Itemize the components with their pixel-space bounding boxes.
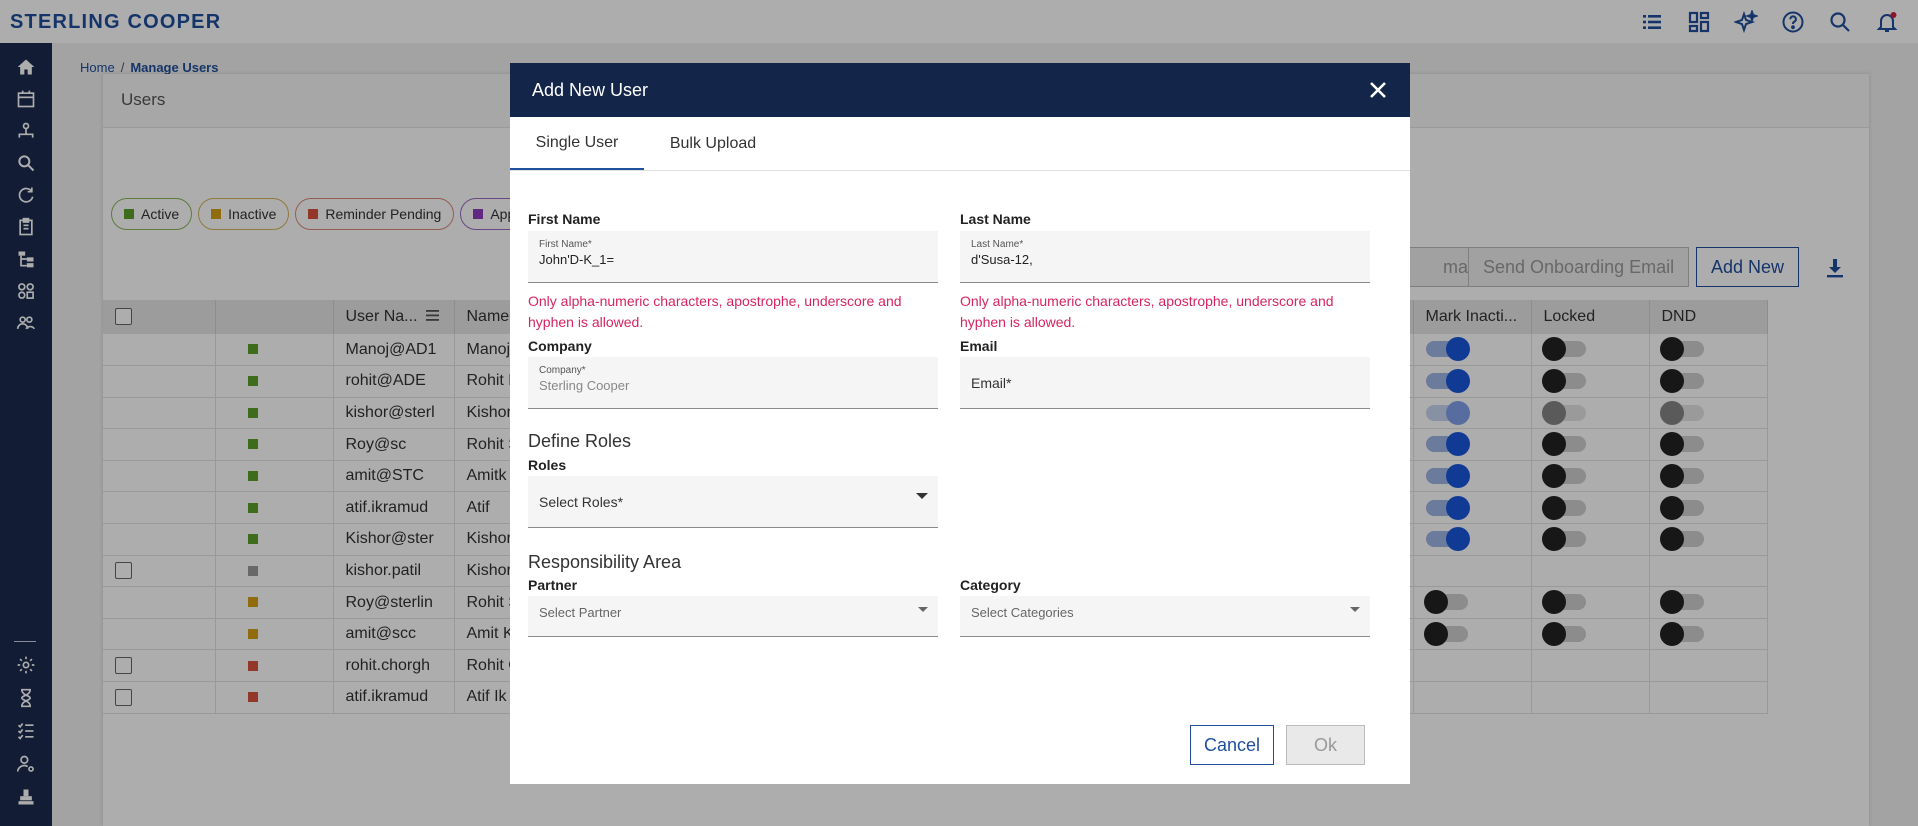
chevron-down-icon xyxy=(918,607,928,612)
company-value: Sterling Cooper xyxy=(539,378,630,393)
chevron-down-icon xyxy=(1350,607,1360,612)
ok-button[interactable]: Ok xyxy=(1286,725,1365,765)
company-field[interactable]: Company* Sterling Cooper xyxy=(528,357,938,409)
email-label: Email xyxy=(960,338,998,354)
responsibility-area-heading: Responsibility Area xyxy=(528,552,682,572)
first-name-label: First Name xyxy=(528,211,601,227)
roles-placeholder: Select Roles* xyxy=(539,494,624,510)
last-name-value: d'Susa-12, xyxy=(971,252,1033,267)
last-name-field[interactable]: Last Name* d'Susa-12, xyxy=(960,231,1370,283)
category-select[interactable]: Select Categories xyxy=(960,596,1370,637)
company-float-label: Company* xyxy=(539,365,586,376)
partner-label: Partner xyxy=(528,577,578,593)
tab-single-user[interactable]: Single User xyxy=(510,117,644,170)
first-name-field[interactable]: First Name* John'D-K_1= xyxy=(528,231,938,283)
modal-tabs: Single User Bulk Upload xyxy=(510,117,1410,171)
define-roles-heading: Define Roles xyxy=(528,431,632,451)
cancel-button[interactable]: Cancel xyxy=(1190,725,1274,765)
add-user-modal: Add New User Single User Bulk Upload Fir… xyxy=(510,63,1410,784)
last-name-label: Last Name xyxy=(960,211,1031,227)
partner-placeholder: Select Partner xyxy=(539,605,622,620)
category-label: Category xyxy=(960,577,1021,593)
first-name-value: John'D-K_1= xyxy=(539,252,615,267)
partner-select[interactable]: Select Partner xyxy=(528,596,938,637)
last-name-float-label: Last Name* xyxy=(971,239,1024,250)
email-field[interactable]: Email* xyxy=(960,357,1370,409)
company-label: Company xyxy=(528,338,592,354)
close-icon[interactable] xyxy=(1366,78,1390,102)
roles-label: Roles xyxy=(528,457,567,473)
last-name-error: Only alpha-numeric characters, apostroph… xyxy=(960,293,1334,330)
modal-header: Add New User xyxy=(510,63,1410,117)
first-name-float-label: First Name* xyxy=(539,239,592,250)
email-placeholder: Email* xyxy=(971,375,1012,391)
chevron-down-icon xyxy=(916,493,928,499)
modal-title: Add New User xyxy=(532,79,649,100)
tab-bulk-upload[interactable]: Bulk Upload xyxy=(644,117,782,170)
category-placeholder: Select Categories xyxy=(971,605,1074,620)
first-name-error: Only alpha-numeric characters, apostroph… xyxy=(528,293,902,330)
roles-select[interactable]: Select Roles* xyxy=(528,476,938,528)
